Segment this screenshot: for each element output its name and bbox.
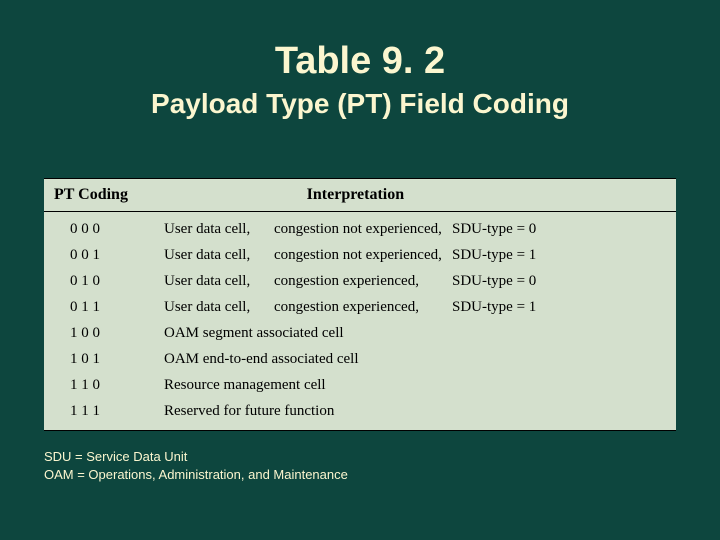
footnote-sdu: SDU = Service Data Unit <box>44 448 348 466</box>
cell-sdu: SDU-type = 0 <box>452 216 572 242</box>
table-row: 1 0 0 OAM segment associated cell <box>44 320 676 346</box>
cell-interp: congestion not experienced, <box>274 242 452 268</box>
cell-sdu: SDU-type = 1 <box>452 242 572 268</box>
cell-interp: User data cell, <box>164 294 274 320</box>
cell-interp: Reserved for future function <box>164 398 334 424</box>
table-body: 0 0 0 User data cell, congestion not exp… <box>44 212 676 431</box>
table-title: Payload Type (PT) Field Coding <box>0 88 720 120</box>
table-row: 0 0 1 User data cell, congestion not exp… <box>44 242 676 268</box>
cell-interp: User data cell, <box>164 242 274 268</box>
cell-interp: Resource management cell <box>164 372 326 398</box>
cell-sdu: SDU-type = 0 <box>452 268 572 294</box>
table-header-row: PT Coding Interpretation <box>44 178 676 212</box>
header-pt-coding: PT Coding <box>44 186 249 204</box>
table-row: 0 1 1 User data cell, congestion experie… <box>44 294 676 320</box>
cell-interp: User data cell, <box>164 216 274 242</box>
table-number: Table 9. 2 <box>0 0 720 82</box>
table-row: 1 1 1 Reserved for future function <box>44 398 676 424</box>
cell-interp: congestion experienced, <box>274 294 452 320</box>
table-row: 1 1 0 Resource management cell <box>44 372 676 398</box>
cell-code: 1 0 0 <box>44 320 164 346</box>
header-interpretation: Interpretation <box>249 186 676 204</box>
table-row: 1 0 1 OAM end-to-end associated cell <box>44 346 676 372</box>
footnote-oam: OAM = Operations, Administration, and Ma… <box>44 466 348 484</box>
cell-interp: congestion experienced, <box>274 268 452 294</box>
cell-code: 1 0 1 <box>44 346 164 372</box>
cell-code: 0 1 1 <box>44 294 164 320</box>
cell-interp: congestion not experienced, <box>274 216 452 242</box>
cell-interp: OAM segment associated cell <box>164 320 344 346</box>
cell-interp: User data cell, <box>164 268 274 294</box>
slide: Table 9. 2 Payload Type (PT) Field Codin… <box>0 0 720 540</box>
coding-table: PT Coding Interpretation 0 0 0 User data… <box>44 178 676 431</box>
footnotes: SDU = Service Data Unit OAM = Operations… <box>44 448 348 483</box>
cell-code: 0 1 0 <box>44 268 164 294</box>
cell-code: 1 1 0 <box>44 372 164 398</box>
table-row: 0 1 0 User data cell, congestion experie… <box>44 268 676 294</box>
cell-code: 0 0 1 <box>44 242 164 268</box>
cell-code: 0 0 0 <box>44 216 164 242</box>
cell-sdu: SDU-type = 1 <box>452 294 572 320</box>
cell-interp: OAM end-to-end associated cell <box>164 346 359 372</box>
table-row: 0 0 0 User data cell, congestion not exp… <box>44 216 676 242</box>
cell-code: 1 1 1 <box>44 398 164 424</box>
